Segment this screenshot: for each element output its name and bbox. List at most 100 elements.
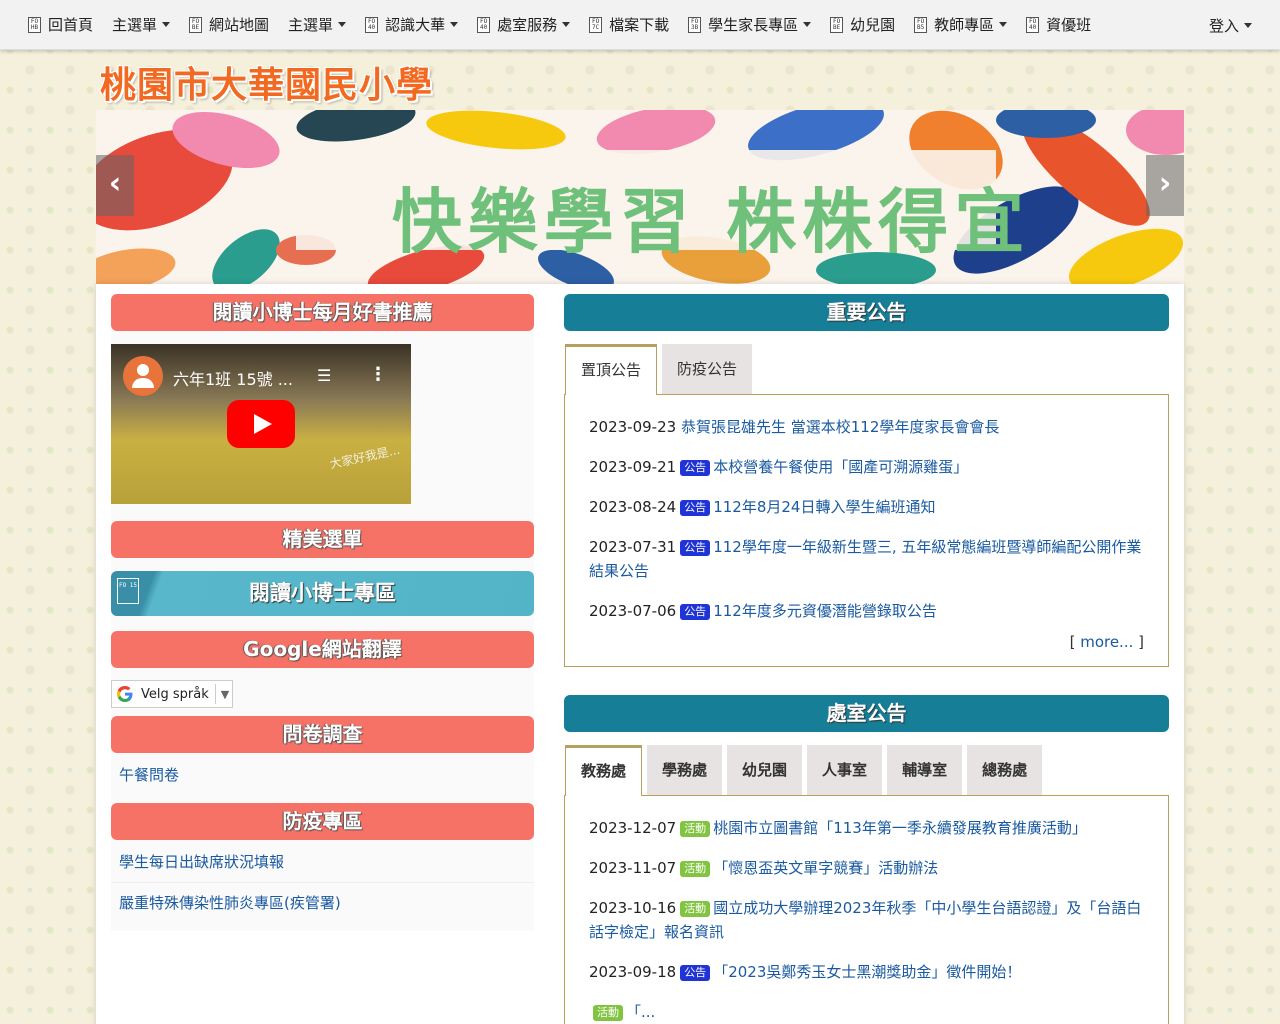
- nav-item[interactable]: FO HB 回首頁: [28, 14, 93, 35]
- news-item: 2023-07-06 公告 112年度多元資優潛能營錄取公告: [589, 599, 1144, 623]
- nav-item[interactable]: FO 3B 學生家長專區: [688, 14, 812, 35]
- news-link[interactable]: 本校營養午餐使用「國產可溯源雞蛋」: [713, 458, 968, 476]
- tab-office-2[interactable]: 幼兒園: [727, 745, 803, 795]
- nav-item[interactable]: FO BE 網站地圖: [189, 14, 269, 35]
- news-item: 2023-11-07 活動 「懷恩盃英文單字競賽」活動辦法: [589, 856, 1144, 880]
- font-missing-icon: FO 3B: [688, 16, 702, 33]
- reading-zone-banner[interactable]: FO 15 閱讀小博士專區: [111, 571, 534, 616]
- channel-avatar-icon[interactable]: [123, 356, 163, 396]
- news-link[interactable]: 112年度多元資優潛能營錄取公告: [713, 602, 937, 620]
- dropdown-arrow-icon: ▼: [220, 687, 230, 701]
- epidemic-link-attendance[interactable]: 學生每日出缺席狀況填報: [119, 852, 526, 872]
- playlist-icon[interactable]: ☰: [317, 366, 331, 385]
- nav-item-label: 主選單: [112, 16, 158, 34]
- news-link[interactable]: 桃園市立圖書館「113年第一季永續發展教育推廣活動」: [713, 819, 1087, 837]
- right-content: 重要公告 置頂公告 防疫公告 2023-09-23 恭賀張昆雄先生 當選本校11…: [564, 294, 1169, 1024]
- nav-item-label: 資優班: [1046, 16, 1092, 34]
- chevron-down-icon: [803, 22, 812, 27]
- play-button-icon[interactable]: [227, 400, 295, 448]
- tab-office-5[interactable]: 總務處: [967, 745, 1043, 795]
- news-date: 2023-12-07: [589, 819, 677, 837]
- news-item: 2023-09-23 恭賀張昆雄先生 當選本校112學年度家長會會長: [589, 415, 1144, 439]
- tab-pinned[interactable]: 置頂公告: [565, 344, 658, 395]
- tab-office-3[interactable]: 人事室: [807, 745, 883, 795]
- main-content: 閱讀小博士每月好書推薦 六年1班 15號 ... ☰ ⋮ 大家好我是... 精美…: [96, 284, 1184, 1024]
- tab-office-4[interactable]: 輔導室: [887, 745, 963, 795]
- category-badge: 活動: [680, 821, 711, 837]
- font-missing-icon: FO 40: [1026, 16, 1040, 33]
- more-bracket-right: ]: [1133, 633, 1144, 651]
- important-tabs: 置頂公告 防疫公告: [564, 344, 1169, 395]
- nav-item-label: 教師專區: [934, 16, 995, 34]
- nav-item[interactable]: FO 7C 檔案下載: [589, 14, 669, 35]
- nav-item[interactable]: 主選單: [288, 14, 347, 35]
- news-date: 2023-11-07: [589, 859, 677, 877]
- nav-item[interactable]: FO 40 資優班: [1026, 14, 1091, 35]
- news-item: 2023-09-18 公告 「2023吳鄭秀玉女士黑潮獎助金」徵件開始！: [589, 960, 1144, 984]
- chevron-down-icon: [162, 22, 171, 27]
- category-badge: 活動: [593, 1005, 623, 1021]
- category-badge: 公告: [680, 604, 711, 620]
- epidemic-link-cdc[interactable]: 嚴重特殊傳染性肺炎專區(疾管署): [119, 893, 526, 913]
- menu-block-title: 精美選單: [111, 521, 534, 558]
- login-label[interactable]: 登入: [1209, 15, 1239, 36]
- category-badge: 公告: [680, 500, 711, 516]
- nav-item-label: 檔案下載: [609, 16, 670, 34]
- news-link[interactable]: 「懷恩盃英文單字競賽」活動辦法: [713, 859, 938, 877]
- chevron-down-icon: [338, 22, 347, 27]
- news-link[interactable]: 「...: [626, 1003, 655, 1021]
- survey-link-lunch[interactable]: 午餐問卷: [119, 765, 526, 785]
- chevron-down-icon: [562, 22, 571, 27]
- news-date: 2023-07-31: [589, 538, 677, 556]
- nav-item[interactable]: FO BE 幼兒園: [830, 14, 895, 35]
- reading-zone-label: 閱讀小博士專區: [249, 581, 396, 605]
- tab-office-0[interactable]: 教務處: [565, 745, 643, 796]
- more-vertical-icon[interactable]: ⋮: [369, 364, 387, 385]
- nav-item-label: 處室服務: [497, 16, 558, 34]
- translate-block: Velg språk ▼: [111, 668, 534, 716]
- font-missing-icon: FO 15: [117, 578, 139, 604]
- nav-item-label: 回首頁: [48, 16, 94, 34]
- chevron-down-icon: [450, 22, 459, 27]
- survey-block-title: 問卷調查: [111, 716, 534, 753]
- nav-item-label: 主選單: [288, 16, 334, 34]
- news-link[interactable]: 「2023吳鄭秀玉女士黑潮獎助金」徵件開始！: [713, 963, 1021, 981]
- google-logo-icon: [117, 686, 133, 702]
- news-date: 2023-09-18: [589, 963, 677, 981]
- nav-item-label: 網站地圖: [209, 16, 270, 34]
- more-link[interactable]: more...: [1080, 633, 1133, 651]
- news-link[interactable]: 112年8月24日轉入學生編班通知: [713, 498, 935, 516]
- nav-item[interactable]: FO 40 認識大華: [365, 14, 459, 35]
- news-date: 2023-08-24: [589, 498, 677, 516]
- news-link[interactable]: 恭賀張昆雄先生 當選本校112學年度家長會會長: [681, 418, 999, 436]
- top-navbar: FO HB 回首頁 主選單 FO BE 網站地圖 主選單 FO 40 認識大華 FO 40 處室服…: [0, 0, 1280, 50]
- carousel-next-button[interactable]: ›: [1146, 155, 1184, 216]
- login-menu[interactable]: 登入: [1209, 0, 1252, 50]
- news-date: 2023-10-16: [589, 899, 677, 917]
- site-title[interactable]: 桃園市大華國民小學: [100, 56, 433, 108]
- news-item: 2023-10-16 活動 國立成功大學辦理2023年秋季「中小學生台語認證」及「台…: [589, 896, 1144, 944]
- font-missing-icon: FO 40: [365, 16, 379, 33]
- menu-block: FO 15 閱讀小博士專區: [111, 558, 534, 631]
- video-title[interactable]: 六年1班 15號 ...: [173, 366, 293, 390]
- translate-block-title: Google網站翻譯: [111, 631, 534, 668]
- tab-office-1[interactable]: 學務處: [647, 745, 723, 795]
- hero-carousel: 快樂學習 株株得宜 ‹ ›: [96, 110, 1184, 284]
- carousel-prev-button[interactable]: ‹: [96, 155, 134, 216]
- nav-item[interactable]: FO 40 處室服務: [477, 14, 571, 35]
- important-news-panel: 2023-09-23 恭賀張昆雄先生 當選本校112學年度家長會會長 2023-0…: [564, 394, 1169, 667]
- nav-item[interactable]: FO B5 教師專區: [914, 14, 1008, 35]
- news-item: 2023-07-31 公告 112學年度一年級新生暨三, 五年級常態編班暨導師編配公…: [589, 535, 1144, 583]
- tab-epidemic[interactable]: 防疫公告: [662, 344, 753, 394]
- office-section-title: 處室公告: [564, 695, 1169, 732]
- language-select[interactable]: Velg språk ▼: [111, 680, 233, 708]
- survey-block: 午餐問卷: [111, 753, 534, 803]
- nav-item[interactable]: 主選單: [112, 14, 171, 35]
- language-select-label: Velg språk: [141, 686, 209, 702]
- font-missing-icon: FO 40: [477, 16, 491, 33]
- divider: [111, 882, 534, 883]
- news-date: 2023-07-06: [589, 602, 677, 620]
- epidemic-block: 學生每日出缺席狀況填報 嚴重特殊傳染性肺炎專區(疾管署): [111, 840, 534, 931]
- news-date: 2023-09-23: [589, 418, 677, 436]
- youtube-video-embed[interactable]: 六年1班 15號 ... ☰ ⋮ 大家好我是...: [111, 344, 411, 504]
